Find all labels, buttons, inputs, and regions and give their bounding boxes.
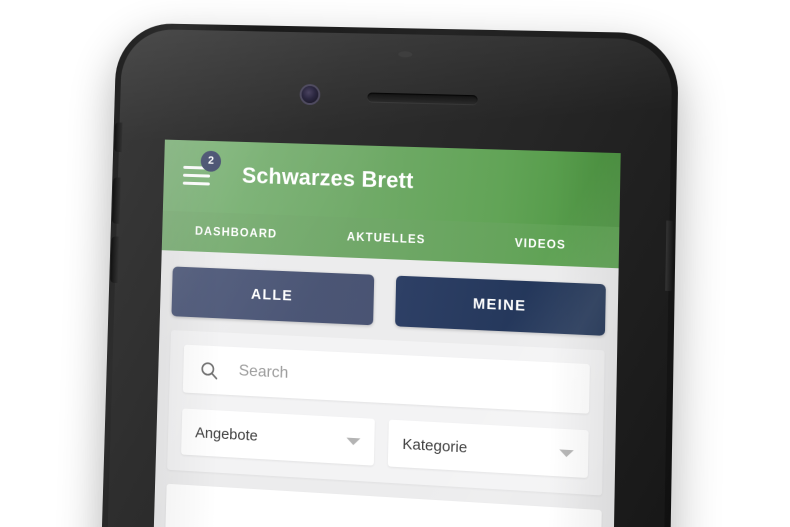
- chevron-down-icon: [346, 437, 361, 445]
- filter-panel: Angebote Kategorie: [167, 330, 605, 496]
- filter-alle-button[interactable]: ALLE: [171, 266, 375, 326]
- volume-up-button[interactable]: [111, 177, 121, 224]
- angebote-dropdown[interactable]: Angebote: [181, 408, 375, 466]
- kategorie-dropdown-label: Kategorie: [402, 435, 468, 457]
- front-camera-icon: [301, 85, 319, 104]
- dropdown-row: Angebote Kategorie: [181, 408, 589, 479]
- earpiece-speaker-icon: [367, 92, 478, 105]
- mute-switch[interactable]: [114, 122, 123, 153]
- hamburger-line: [182, 181, 210, 186]
- phone-screen: 2 Schwarzes Brett DASHBOARD AKTUELLES VI…: [151, 139, 621, 527]
- tab-aktuelles[interactable]: AKTUELLES: [310, 230, 462, 248]
- screen-content: ALLE MEINE Ang: [153, 250, 619, 527]
- phone-bezel: 2 Schwarzes Brett DASHBOARD AKTUELLES VI…: [105, 28, 675, 527]
- page-title: Schwarzes Brett: [241, 162, 414, 194]
- chevron-down-icon: [559, 448, 574, 457]
- hamburger-line: [183, 173, 211, 178]
- search-icon: [199, 359, 220, 381]
- search-field[interactable]: [182, 344, 590, 414]
- power-button[interactable]: [665, 220, 675, 292]
- proximity-sensor-icon: [398, 51, 413, 58]
- volume-down-button[interactable]: [110, 236, 120, 284]
- tab-videos[interactable]: VIDEOS: [463, 236, 620, 254]
- angebote-dropdown-label: Angebote: [194, 423, 259, 445]
- screenshot-stage: 2 Schwarzes Brett DASHBOARD AKTUELLES VI…: [0, 0, 790, 527]
- menu-notification-badge[interactable]: 2: [200, 150, 222, 172]
- filter-meine-button[interactable]: MEINE: [395, 275, 606, 336]
- phone-device-mockup: 2 Schwarzes Brett DASHBOARD AKTUELLES VI…: [99, 22, 679, 527]
- tab-dashboard[interactable]: DASHBOARD: [162, 224, 311, 242]
- kategorie-dropdown[interactable]: Kategorie: [387, 419, 589, 479]
- search-input[interactable]: [236, 346, 574, 414]
